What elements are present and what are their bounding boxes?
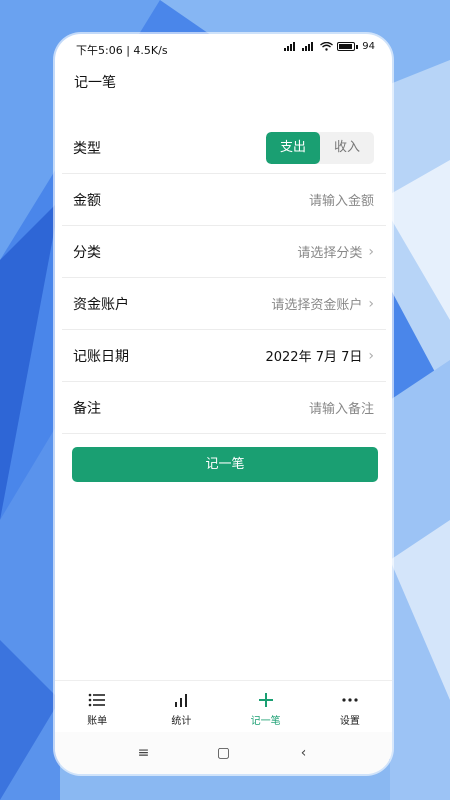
status-time: 下午5:06 | 4.5K/s [76,44,168,57]
date-label: 记账日期 [73,348,129,365]
date-row[interactable]: 记账日期 2022年 7月 7日 › [62,330,386,382]
category-select[interactable]: 请选择分类 › [297,242,374,262]
record-form: 类型 支出 收入 金额 请输入金额 分类 请选择分类 › 资金账户 请选择资金账… [62,122,386,434]
amount-row[interactable]: 金额 请输入金额 [62,174,386,226]
bottom-tab-bar: 账单 统计 记一笔 设置 [55,680,392,733]
status-bar: 下午5:06 | 4.5K/s 94 [55,34,392,60]
tab-label: 账单 [87,716,108,727]
category-label: 分类 [73,244,101,261]
tab-settings[interactable]: 设置 [308,681,392,733]
account-label: 资金账户 [73,296,129,313]
phone-screen: 下午5:06 | 4.5K/s 94 记一笔 类型 支出 收入 金额 请输入金额… [55,34,392,774]
signal-icon [284,42,298,51]
tab-stats[interactable]: 统计 [139,681,223,733]
amount-input[interactable]: 请输入金额 [309,190,374,209]
page-title: 记一笔 [74,75,116,91]
more-dots-icon [308,691,392,709]
tab-label: 设置 [339,716,360,727]
home-icon[interactable]: ▢ [214,745,234,761]
tab-add-record[interactable]: 记一笔 [224,681,308,733]
tab-label: 记一笔 [250,716,281,727]
amount-label: 金额 [73,192,101,209]
date-value: 2022年 7月 7日 [265,350,363,365]
date-select[interactable]: 2022年 7月 7日 › [265,346,374,366]
back-icon[interactable]: ‹ [294,745,314,761]
tab-bills[interactable]: 账单 [55,681,139,733]
type-row: 类型 支出 收入 [62,122,386,174]
expense-option[interactable]: 支出 [266,131,320,164]
account-select[interactable]: 请选择资金账户 › [271,294,374,314]
tab-label: 统计 [171,716,192,727]
type-label: 类型 [73,140,101,157]
signal-icon [302,42,316,51]
note-input[interactable]: 请输入备注 [309,398,374,417]
bar-chart-icon [139,691,223,709]
category-placeholder: 请选择分类 [297,246,363,261]
menu-icon[interactable]: ≡ [134,745,154,761]
wifi-icon [320,42,334,51]
chevron-right-icon: › [368,347,374,364]
battery-level: 94 [362,41,375,52]
note-row[interactable]: 备注 请输入备注 [62,382,386,434]
plus-icon [224,691,308,709]
battery-icon [337,42,356,51]
account-placeholder: 请选择资金账户 [271,298,363,313]
submit-button[interactable]: 记一笔 [72,447,378,482]
chevron-right-icon: › [368,295,374,312]
chevron-right-icon: › [368,243,374,260]
type-toggle[interactable]: 支出 收入 [266,131,374,164]
battery-tip [356,44,359,49]
list-icon [55,691,139,709]
category-row[interactable]: 分类 请选择分类 › [62,226,386,278]
note-label: 备注 [73,400,101,417]
status-icons: 94 [284,41,375,52]
account-row[interactable]: 资金账户 请选择资金账户 › [62,278,386,330]
income-option[interactable]: 收入 [320,132,374,164]
system-nav-bar: ≡ ▢ ‹ [55,732,392,774]
